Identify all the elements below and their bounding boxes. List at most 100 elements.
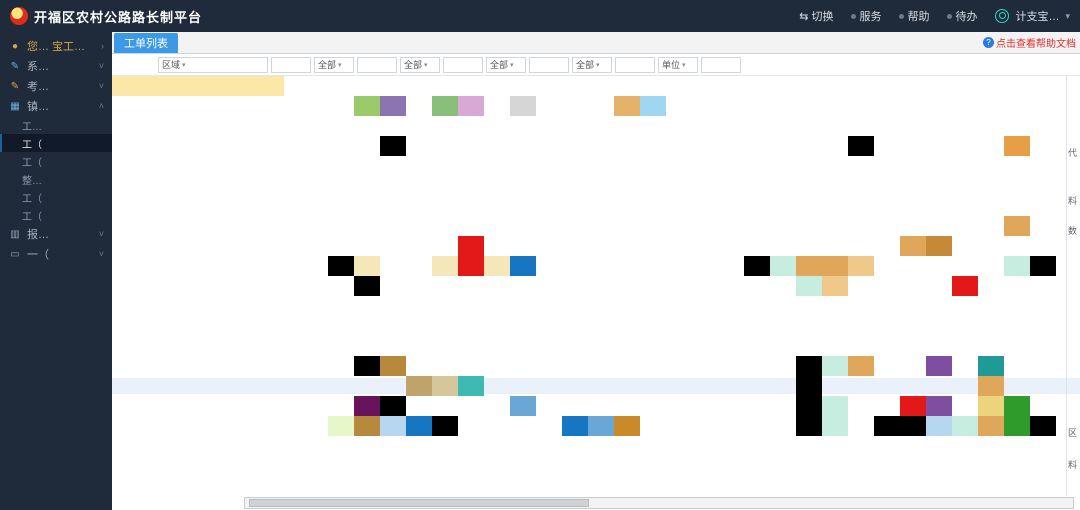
mosaic-cell: [926, 416, 952, 436]
mosaic-cell: [510, 96, 536, 116]
mosaic-cell: [354, 276, 380, 296]
mosaic-cell: [458, 256, 484, 276]
caret-down-icon: ▾: [338, 61, 342, 69]
sidebar-item-report[interactable]: ▥ 报… ˅: [0, 224, 112, 244]
mosaic-cell: [406, 416, 432, 436]
chevron-down-icon: ▾: [1065, 11, 1070, 22]
filter-bar: 区域▾ 全部▾ 全部▾ 全部▾ 全部▾ 单位▾: [112, 54, 1080, 76]
filter-5[interactable]: 全部▾: [400, 57, 440, 73]
mosaic-cell: [432, 376, 458, 396]
filter-2[interactable]: [271, 57, 311, 73]
mosaic-cell: [848, 356, 874, 376]
nav-user[interactable]: 计支宝…▾: [995, 8, 1070, 24]
mosaic-cell: [1004, 216, 1030, 236]
mosaic-cell: [614, 96, 640, 116]
mosaic-cell: [796, 416, 822, 436]
mosaic-area: [112, 76, 1080, 496]
gutter-tick: 区: [1068, 426, 1077, 439]
main: ● 您… 宝工… › ✎ 系… ˅ ✎ 考… ˅ ▦ 镇… ˄ 工… 工（ 工（…: [0, 32, 1080, 510]
mosaic-cell: [328, 416, 354, 436]
sidebar: ● 您… 宝工… › ✎ 系… ˅ ✎ 考… ˅ ▦ 镇… ˄ 工… 工（ 工（…: [0, 32, 112, 510]
filter-4[interactable]: [357, 57, 397, 73]
mosaic-cell: [380, 136, 406, 156]
filter-9[interactable]: 全部▾: [572, 57, 612, 73]
nav-help[interactable]: 帮助: [899, 8, 929, 24]
mosaic-cell: [822, 276, 848, 296]
sidebar-item-label: 系…: [27, 58, 99, 74]
horizontal-scrollbar[interactable]: [244, 497, 1074, 509]
nav-service-label: 服务: [859, 8, 881, 24]
mosaic-cell: [1004, 396, 1030, 416]
mosaic-cell: [848, 256, 874, 276]
mosaic-cell: [484, 256, 510, 276]
mosaic-cell: [380, 96, 406, 116]
filter-label: 区域: [162, 58, 180, 71]
mosaic-cell: [458, 376, 484, 396]
sidebar-item-exam[interactable]: ✎ 考… ˅: [0, 76, 112, 96]
topbar: 开福区农村公路路长制平台 ⇆ 切换 服务 帮助 待办 计支宝…▾: [0, 0, 1080, 32]
mosaic-cell: [796, 396, 822, 416]
mosaic-cell: [822, 256, 848, 276]
filter-7[interactable]: 全部▾: [486, 57, 526, 73]
mosaic-cell: [614, 416, 640, 436]
mosaic-cell: [900, 236, 926, 256]
mosaic-cell: [432, 96, 458, 116]
highlight-row: [112, 76, 284, 96]
scrollbar-thumb[interactable]: [249, 499, 589, 507]
mosaic-cell: [510, 396, 536, 416]
sidebar-item-welcome[interactable]: ● 您… 宝工… ›: [0, 36, 112, 56]
pencil-icon: ✎: [8, 61, 22, 72]
nav-todo[interactable]: 待办: [947, 8, 977, 24]
sidebar-sub-0[interactable]: 工…: [0, 116, 112, 134]
mosaic-cell: [796, 356, 822, 376]
sidebar-sub-5[interactable]: 工（: [0, 206, 112, 224]
mosaic-cell: [900, 416, 926, 436]
sidebar-item-system[interactable]: ✎ 系… ˅: [0, 56, 112, 76]
dot-icon: [947, 14, 952, 19]
sidebar-sub-label: 工（: [22, 208, 42, 223]
tab-label: 工单列表: [124, 35, 168, 51]
help-doc-label: 点击查看帮助文档: [996, 35, 1076, 50]
filter-10[interactable]: [615, 57, 655, 73]
mosaic-cell: [900, 396, 926, 416]
sidebar-item-label: 考…: [27, 78, 99, 94]
filter-3[interactable]: 全部▾: [314, 57, 354, 73]
filter-12[interactable]: [701, 57, 741, 73]
mosaic-cell: [354, 356, 380, 376]
mosaic-cell: [588, 416, 614, 436]
circle-icon: ●: [8, 41, 22, 52]
filter-6[interactable]: [443, 57, 483, 73]
sidebar-sub-4[interactable]: 工（: [0, 188, 112, 206]
sidebar-sub-2[interactable]: 工（: [0, 152, 112, 170]
mosaic-cell: [770, 256, 796, 276]
mosaic-cell: [354, 396, 380, 416]
user-icon: [995, 9, 1009, 23]
mosaic-cell: [380, 416, 406, 436]
filter-region[interactable]: 区域▾: [158, 57, 268, 73]
chevron-right-icon: ›: [101, 41, 104, 51]
filter-11[interactable]: 单位▾: [658, 57, 698, 73]
mosaic-cell: [1004, 256, 1030, 276]
row-highlight: [112, 378, 1080, 394]
nav-switch[interactable]: ⇆ 切换: [799, 8, 833, 24]
mosaic-grid: [112, 96, 1080, 496]
nav-service[interactable]: 服务: [851, 8, 881, 24]
rect-icon: ▭: [8, 249, 22, 260]
filter-label: 全部: [576, 58, 594, 71]
mosaic-cell: [796, 376, 822, 396]
tab-worklist[interactable]: 工单列表: [114, 33, 178, 53]
mosaic-cell: [432, 256, 458, 276]
sidebar-item-one[interactable]: ▭ 一（ ˅: [0, 244, 112, 264]
nav-help-label: 帮助: [907, 8, 929, 24]
sidebar-sub-label: 工（: [22, 190, 42, 205]
sidebar-sub-3[interactable]: 整…: [0, 170, 112, 188]
mosaic-cell: [926, 236, 952, 256]
mosaic-cell: [1030, 416, 1056, 436]
mosaic-cell: [458, 96, 484, 116]
list-icon: ▥: [8, 229, 22, 240]
filter-8[interactable]: [529, 57, 569, 73]
sidebar-sub-1[interactable]: 工（: [0, 134, 112, 152]
sidebar-item-town[interactable]: ▦ 镇… ˄: [0, 96, 112, 116]
mosaic-cell: [406, 376, 432, 396]
help-doc-link[interactable]: ? 点击查看帮助文档: [983, 35, 1076, 50]
